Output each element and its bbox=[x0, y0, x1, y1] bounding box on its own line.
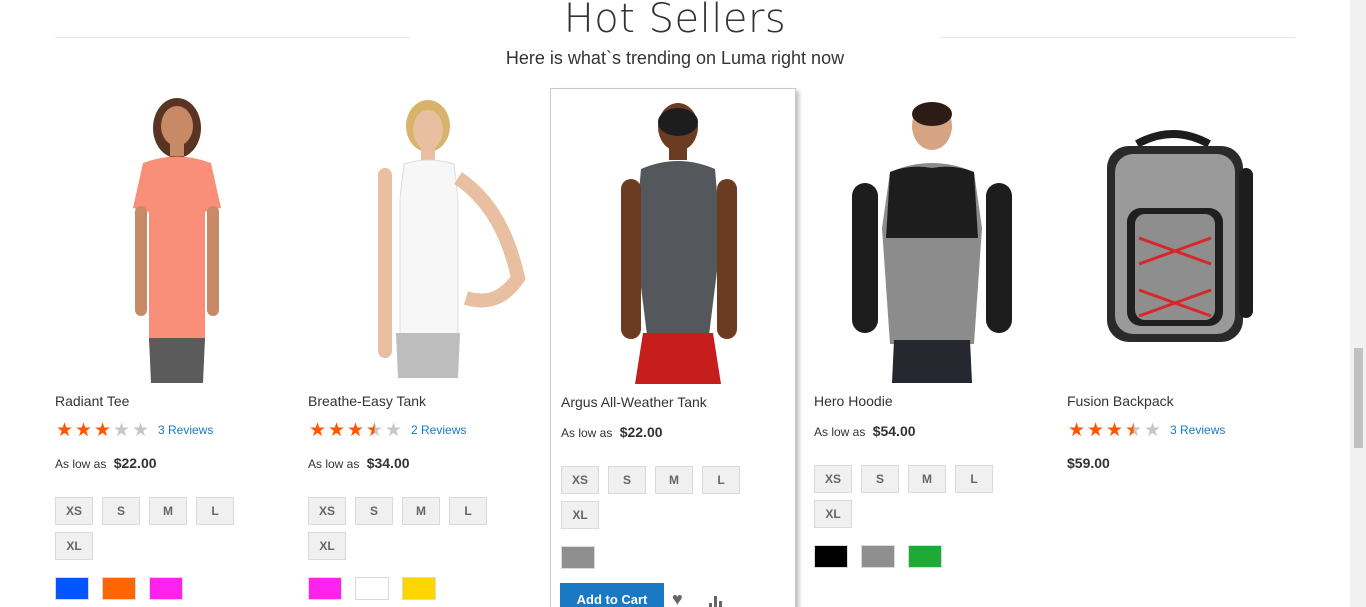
product-name[interactable]: Fusion Backpack bbox=[1067, 393, 1174, 409]
product-image-fusion-backpack[interactable] bbox=[1067, 88, 1313, 383]
product-rating: ★ ★ ★ ★ ★ 2 Reviews bbox=[308, 420, 466, 440]
price-prefix: As low as bbox=[814, 425, 866, 439]
price-prefix: As low as bbox=[561, 426, 613, 440]
color-swatch-orange[interactable] bbox=[102, 577, 136, 600]
color-swatches bbox=[561, 546, 761, 570]
bar-chart-icon[interactable] bbox=[709, 594, 725, 607]
star-icon: ★ bbox=[384, 419, 403, 441]
size-option-s[interactable]: S bbox=[102, 497, 140, 525]
product-price: As low as $54.00 bbox=[814, 423, 916, 439]
size-option-m[interactable]: M bbox=[655, 466, 693, 494]
size-option-xl[interactable]: XL bbox=[308, 532, 346, 560]
star-icon: ★ bbox=[346, 419, 365, 441]
scrollbar-thumb[interactable] bbox=[1354, 348, 1363, 448]
product-rating: ★ ★ ★ ★ ★ 3 Reviews bbox=[55, 420, 213, 440]
product-card-fusion-backpack[interactable]: Fusion Backpack ★ ★ ★ ★ ★ 3 Reviews $59.… bbox=[1067, 88, 1313, 607]
product-image-breathe-easy-tank[interactable] bbox=[308, 88, 554, 383]
color-swatch-black[interactable] bbox=[814, 545, 848, 568]
heart-icon[interactable]: ♥ bbox=[672, 589, 683, 607]
price-prefix: As low as bbox=[308, 457, 360, 471]
product-name[interactable]: Hero Hoodie bbox=[814, 393, 893, 409]
color-swatch-yellow[interactable] bbox=[402, 577, 436, 600]
size-option-xs[interactable]: XS bbox=[55, 497, 93, 525]
size-option-xs[interactable]: XS bbox=[814, 465, 852, 493]
product-name[interactable]: Radiant Tee bbox=[55, 393, 129, 409]
size-option-s[interactable]: S bbox=[355, 497, 393, 525]
size-option-l[interactable]: L bbox=[449, 497, 487, 525]
size-option-l[interactable]: L bbox=[702, 466, 740, 494]
reviews-link[interactable]: 3 Reviews bbox=[1170, 423, 1225, 437]
size-option-m[interactable]: M bbox=[149, 497, 187, 525]
price-prefix: As low as bbox=[55, 457, 107, 471]
product-image-argus-all-weather-tank[interactable] bbox=[561, 89, 807, 384]
price-amount: $22.00 bbox=[113, 455, 157, 471]
color-swatch-purple[interactable] bbox=[149, 577, 183, 600]
color-swatch-purple[interactable] bbox=[308, 577, 342, 600]
color-swatch-green[interactable] bbox=[908, 545, 942, 568]
size-option-xs[interactable]: XS bbox=[308, 497, 346, 525]
product-card-hero-hoodie[interactable]: Hero Hoodie As low as $54.00 XS S M L XL bbox=[814, 88, 1060, 607]
color-swatches bbox=[308, 577, 508, 601]
star-icon: ★ bbox=[308, 419, 327, 441]
add-to-cart-button[interactable]: Add to Cart bbox=[560, 583, 664, 607]
color-swatch-white[interactable] bbox=[355, 577, 389, 600]
star-icon: ★ bbox=[131, 419, 150, 441]
product-card-breathe-easy-tank[interactable]: Breathe-Easy Tank ★ ★ ★ ★ ★ 2 Reviews As… bbox=[308, 88, 554, 607]
price-amount: $54.00 bbox=[872, 423, 916, 439]
star-icon: ★ bbox=[93, 419, 112, 441]
star-icon: ★ bbox=[1143, 419, 1162, 441]
section-subtitle: Here is what`s trending on Luma right no… bbox=[505, 48, 845, 68]
size-option-s[interactable]: S bbox=[861, 465, 899, 493]
product-price: As low as $22.00 bbox=[55, 455, 157, 471]
product-card-argus-all-weather-tank[interactable]: Argus All-Weather Tank As low as $22.00 … bbox=[550, 88, 796, 607]
star-icon: ★ bbox=[55, 419, 74, 441]
product-price: $59.00 bbox=[1067, 455, 1110, 471]
color-swatches bbox=[55, 577, 255, 601]
product-card-radiant-tee[interactable]: Radiant Tee ★ ★ ★ ★ ★ 3 Reviews As low a… bbox=[55, 88, 301, 607]
rating-stars: ★ ★ ★ ★ ★ bbox=[308, 421, 403, 440]
star-icon: ★ bbox=[327, 419, 346, 441]
color-swatches bbox=[814, 545, 1014, 569]
size-option-xl[interactable]: XL bbox=[55, 532, 93, 560]
product-name[interactable]: Argus All-Weather Tank bbox=[561, 394, 707, 410]
page-scrollbar[interactable] bbox=[1350, 0, 1366, 607]
hot-sellers-header: Hot Sellers Here is what`s trending on L… bbox=[0, 0, 1350, 80]
section-title: Hot Sellers bbox=[563, 0, 787, 42]
product-rating: ★ ★ ★ ★ ★ 3 Reviews bbox=[1067, 420, 1225, 440]
product-price: As low as $34.00 bbox=[308, 455, 410, 471]
star-icon: ★ bbox=[112, 419, 131, 441]
star-half-icon: ★ bbox=[1124, 419, 1143, 441]
size-option-xl[interactable]: XL bbox=[814, 500, 852, 528]
product-price: As low as $22.00 bbox=[561, 424, 663, 440]
reviews-link[interactable]: 2 Reviews bbox=[411, 423, 466, 437]
rating-stars: ★ ★ ★ ★ ★ bbox=[55, 421, 150, 440]
size-option-m[interactable]: M bbox=[908, 465, 946, 493]
price-amount: $59.00 bbox=[1067, 455, 1110, 471]
size-option-l[interactable]: L bbox=[955, 465, 993, 493]
star-icon: ★ bbox=[1105, 419, 1124, 441]
size-option-m[interactable]: M bbox=[402, 497, 440, 525]
page: Hot Sellers Here is what`s trending on L… bbox=[0, 0, 1350, 607]
reviews-link[interactable]: 3 Reviews bbox=[158, 423, 213, 437]
size-option-s[interactable]: S bbox=[608, 466, 646, 494]
product-image-radiant-tee[interactable] bbox=[55, 88, 301, 383]
color-swatch-gray[interactable] bbox=[861, 545, 895, 568]
star-icon: ★ bbox=[74, 419, 93, 441]
star-half-icon: ★ bbox=[365, 419, 384, 441]
color-swatch-gray[interactable] bbox=[561, 546, 595, 569]
product-image-hero-hoodie[interactable] bbox=[814, 88, 1060, 383]
size-option-xs[interactable]: XS bbox=[561, 466, 599, 494]
rating-stars: ★ ★ ★ ★ ★ bbox=[1067, 421, 1162, 440]
product-name[interactable]: Breathe-Easy Tank bbox=[308, 393, 426, 409]
size-option-xl[interactable]: XL bbox=[561, 501, 599, 529]
color-swatch-blue[interactable] bbox=[55, 577, 89, 600]
star-icon: ★ bbox=[1086, 419, 1105, 441]
star-icon: ★ bbox=[1067, 419, 1086, 441]
price-amount: $34.00 bbox=[366, 455, 410, 471]
size-option-l[interactable]: L bbox=[196, 497, 234, 525]
price-amount: $22.00 bbox=[619, 424, 663, 440]
